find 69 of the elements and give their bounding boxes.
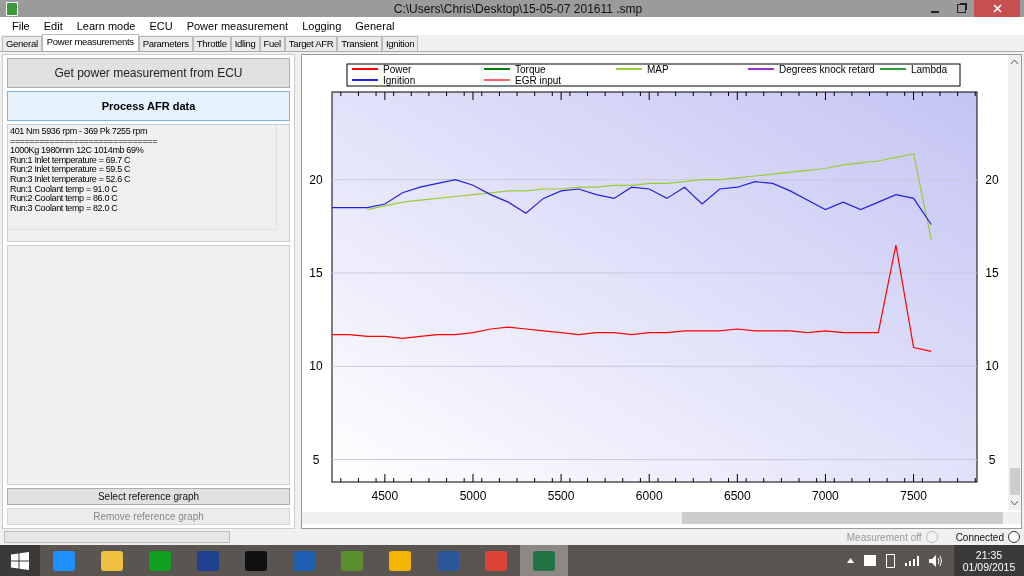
status-label: Connected bbox=[955, 531, 1004, 543]
window-title: C:\Users\Chris\Desktop\15-05-07 201611 .smp bbox=[392, 1, 644, 16]
result-line: 401 Nm 5936 rpm - 369 Pk 7255 rpm bbox=[10, 127, 149, 137]
tab[interactable]: Transient bbox=[337, 36, 382, 51]
tab[interactable]: Throttle bbox=[192, 36, 231, 51]
x-axis-label: 5500 bbox=[547, 489, 575, 503]
results-textbox[interactable] bbox=[7, 124, 290, 242]
close-icon bbox=[992, 4, 1002, 13]
clock-date[interactable]: 01/09/2015 bbox=[962, 560, 1016, 573]
menu-item[interactable]: Learn mode bbox=[69, 20, 143, 32]
status-label: Measurement off bbox=[846, 531, 922, 543]
legend-label: MAP bbox=[647, 64, 669, 75]
result-line: Run:1 Inlet temperature = 69.7 C bbox=[10, 155, 132, 165]
y-axis-label: 20 bbox=[309, 172, 323, 187]
tab[interactable]: Power measurements bbox=[41, 34, 139, 51]
reference-graph-button[interactable]: Select reference graph bbox=[7, 488, 290, 505]
vertical-scrollbar[interactable] bbox=[1008, 55, 1021, 510]
start-button[interactable] bbox=[0, 545, 40, 576]
scroll-up-icon[interactable] bbox=[1011, 59, 1018, 64]
close-button[interactable] bbox=[974, 0, 1020, 17]
x-axis-label: 6500 bbox=[724, 489, 751, 503]
menu-item[interactable]: Edit bbox=[36, 20, 70, 32]
tab[interactable]: Parameters bbox=[138, 36, 193, 51]
menu-item[interactable]: General bbox=[348, 20, 402, 32]
menu-item[interactable]: ECU bbox=[142, 20, 180, 32]
menu-item[interactable]: Power measurement bbox=[179, 20, 296, 32]
tab[interactable]: Fuel bbox=[259, 36, 285, 51]
y-axis-label: 15 bbox=[985, 266, 999, 280]
process-afr-button[interactable]: Process AFR data bbox=[7, 91, 290, 121]
tab[interactable]: Idling bbox=[230, 36, 260, 51]
clock-time[interactable]: 21:35 bbox=[975, 548, 1003, 561]
x-axis-label: 5000 bbox=[459, 489, 487, 503]
x-axis-label: 7500 bbox=[900, 489, 927, 503]
speaker-icon[interactable] bbox=[929, 554, 943, 567]
legend-label: EGR input bbox=[515, 75, 562, 86]
result-line: Run:2 Coolant temp = 86.0 C bbox=[10, 194, 119, 204]
x-axis-label: 4500 bbox=[371, 489, 399, 503]
tab[interactable]: Target AFR bbox=[284, 36, 338, 51]
result-line: ============================== bbox=[10, 136, 159, 146]
y-axis-label: 10 bbox=[985, 359, 999, 374]
scrollbar-thumb[interactable] bbox=[682, 512, 1003, 524]
y-axis-label: 15 bbox=[309, 266, 323, 280]
menu-item[interactable]: Logging bbox=[295, 20, 349, 32]
signal-icon[interactable] bbox=[905, 555, 919, 566]
result-line: Run:3 Coolant temp = 82.0 C bbox=[10, 203, 119, 214]
scroll-down-icon[interactable] bbox=[1011, 501, 1018, 506]
result-line: Run:1 Coolant temp = 91.0 C bbox=[10, 184, 119, 194]
get-measurement-button[interactable]: Get power measurement from ECU bbox=[7, 58, 290, 88]
legend-label: Degrees knock retard bbox=[779, 64, 875, 75]
tab[interactable]: Ignition bbox=[381, 36, 419, 51]
y-axis-label: 10 bbox=[309, 359, 323, 374]
horizontal-scrollbar[interactable] bbox=[302, 512, 1021, 524]
result-line: Run:2 Inlet temperature = 59.5 C bbox=[10, 165, 132, 175]
scrollbar-thumb[interactable] bbox=[1009, 468, 1020, 495]
y-axis-label: 5 bbox=[312, 452, 320, 467]
legend-label: Lambda bbox=[911, 64, 948, 75]
x-axis-label: 6000 bbox=[635, 489, 663, 503]
result-line: 1000Kg 1980mm 12C 1014mb 69% bbox=[10, 146, 145, 156]
y-axis-label: 20 bbox=[985, 172, 999, 187]
x-axis-label: 7000 bbox=[812, 489, 839, 503]
y-axis-label: 5 bbox=[988, 452, 996, 467]
show-hidden-icons-icon[interactable] bbox=[847, 558, 854, 563]
start-icon bbox=[11, 551, 29, 570]
tab[interactable]: General bbox=[2, 36, 42, 51]
legend-label: Torque bbox=[515, 64, 546, 75]
result-line: Run:3 Inlet temperature = 52.6 C bbox=[10, 174, 132, 185]
legend-label: Ignition bbox=[383, 75, 416, 86]
menu-item[interactable]: File bbox=[5, 20, 37, 32]
legend-label: Power bbox=[383, 64, 412, 75]
